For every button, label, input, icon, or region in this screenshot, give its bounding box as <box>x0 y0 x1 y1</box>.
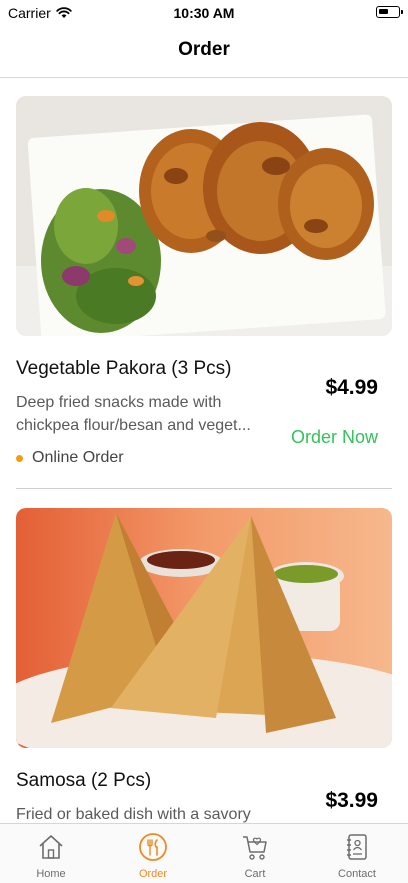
cutlery-icon <box>139 833 167 861</box>
product-name: Samosa (2 Pcs) <box>16 770 152 791</box>
vegetable-pakora-image[interactable] <box>16 96 392 336</box>
samosa-image[interactable] <box>16 508 392 748</box>
product-price: $4.99 <box>325 376 378 399</box>
tab-label: Contact <box>338 868 376 880</box>
product-price: $3.99 <box>325 789 378 812</box>
divider <box>16 488 392 489</box>
tab-label: Cart <box>244 868 266 880</box>
tab-bar: Home Order Cart Contact <box>0 823 408 883</box>
online-order-tag: Online Order <box>16 449 124 467</box>
description-line: Fried or baked dish with a savory <box>16 806 251 823</box>
tab-cart[interactable]: Cart <box>204 824 306 883</box>
tab-label: Home <box>36 868 66 880</box>
home-icon <box>39 835 63 859</box>
tab-order[interactable]: Order <box>102 824 204 883</box>
tab-contact[interactable]: Contact <box>306 824 408 883</box>
cart-icon <box>243 836 267 860</box>
tab-home[interactable]: Home <box>0 824 102 883</box>
tag-label: Online Order <box>32 449 124 466</box>
status-time: 10:30 AM <box>173 5 235 21</box>
product-list[interactable]: Vegetable Pakora (3 Pcs) Deep fried snac… <box>0 78 408 823</box>
battery-icon <box>376 6 403 18</box>
order-now-button[interactable]: Order Now <box>291 427 378 448</box>
description-line: Deep fried snacks made with <box>16 394 222 411</box>
product-name: Vegetable Pakora (3 Pcs) <box>16 358 232 379</box>
contact-book-icon <box>347 834 367 860</box>
navigation-bar: Order <box>0 28 408 78</box>
page-title: Order <box>178 39 230 60</box>
status-bar: Carrier 10:30 AM <box>0 0 408 28</box>
tag-dot-icon <box>16 454 23 462</box>
product-description: Deep fried snacks made with chickpea flo… <box>16 391 266 437</box>
tab-label: Order <box>138 868 168 880</box>
description-line: chickpea flour/besan and veget... <box>16 417 251 434</box>
product-description: Fried or baked dish with a savory <box>16 803 266 823</box>
